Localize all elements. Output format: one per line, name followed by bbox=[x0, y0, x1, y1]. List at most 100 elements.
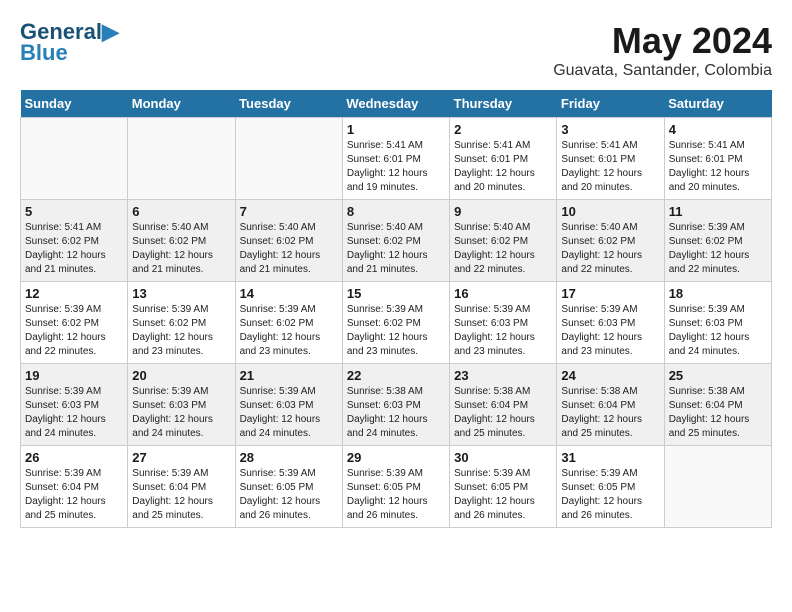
day-info: Sunrise: 5:41 AM Sunset: 6:01 PM Dayligh… bbox=[669, 139, 767, 195]
day-number: 21 bbox=[240, 368, 338, 383]
days-of-week-row: SundayMondayTuesdayWednesdayThursdayFrid… bbox=[21, 90, 772, 118]
week-row-3: 12 Sunrise: 5:39 AM Sunset: 6:02 PM Dayli… bbox=[21, 282, 772, 364]
calendar-cell: 20 Sunrise: 5:39 AM Sunset: 6:03 PM Dayli… bbox=[128, 364, 235, 446]
calendar-cell: 12 Sunrise: 5:39 AM Sunset: 6:02 PM Dayli… bbox=[21, 282, 128, 364]
calendar-cell: 9 Sunrise: 5:40 AM Sunset: 6:02 PM Daylig… bbox=[450, 200, 557, 282]
day-number: 14 bbox=[240, 286, 338, 301]
day-info: Sunrise: 5:40 AM Sunset: 6:02 PM Dayligh… bbox=[347, 221, 445, 277]
day-info: Sunrise: 5:41 AM Sunset: 6:01 PM Dayligh… bbox=[454, 139, 552, 195]
calendar-cell: 18 Sunrise: 5:39 AM Sunset: 6:03 PM Dayli… bbox=[664, 282, 771, 364]
week-row-5: 26 Sunrise: 5:39 AM Sunset: 6:04 PM Dayli… bbox=[21, 446, 772, 528]
day-number: 18 bbox=[669, 286, 767, 301]
day-number: 20 bbox=[132, 368, 230, 383]
day-of-week-wednesday: Wednesday bbox=[342, 90, 449, 118]
day-info: Sunrise: 5:39 AM Sunset: 6:03 PM Dayligh… bbox=[669, 303, 767, 359]
day-info: Sunrise: 5:39 AM Sunset: 6:02 PM Dayligh… bbox=[132, 303, 230, 359]
day-number: 26 bbox=[25, 450, 123, 465]
calendar-cell bbox=[664, 446, 771, 528]
day-number: 5 bbox=[25, 204, 123, 219]
day-number: 19 bbox=[25, 368, 123, 383]
calendar-cell bbox=[235, 118, 342, 200]
calendar-cell: 7 Sunrise: 5:40 AM Sunset: 6:02 PM Daylig… bbox=[235, 200, 342, 282]
day-info: Sunrise: 5:39 AM Sunset: 6:05 PM Dayligh… bbox=[454, 467, 552, 523]
day-number: 13 bbox=[132, 286, 230, 301]
day-number: 25 bbox=[669, 368, 767, 383]
day-number: 4 bbox=[669, 122, 767, 137]
month-title: May 2024 bbox=[553, 20, 772, 62]
day-number: 3 bbox=[561, 122, 659, 137]
calendar-cell: 3Sunrise: 5:41 AM Sunset: 6:01 PM Daylig… bbox=[557, 118, 664, 200]
day-of-week-thursday: Thursday bbox=[450, 90, 557, 118]
day-number: 8 bbox=[347, 204, 445, 219]
title-block: May 2024 Guavata, Santander, Colombia bbox=[553, 20, 772, 80]
day-info: Sunrise: 5:39 AM Sunset: 6:05 PM Dayligh… bbox=[561, 467, 659, 523]
day-number: 17 bbox=[561, 286, 659, 301]
calendar-cell: 6 Sunrise: 5:40 AM Sunset: 6:02 PM Daylig… bbox=[128, 200, 235, 282]
logo: General▶ Blue bbox=[20, 20, 119, 66]
day-number: 2 bbox=[454, 122, 552, 137]
calendar-cell: 5 Sunrise: 5:41 AM Sunset: 6:02 PM Daylig… bbox=[21, 200, 128, 282]
calendar-cell: 21 Sunrise: 5:39 AM Sunset: 6:03 PM Dayli… bbox=[235, 364, 342, 446]
calendar-cell: 23 Sunrise: 5:38 AM Sunset: 6:04 PM Dayli… bbox=[450, 364, 557, 446]
day-info: Sunrise: 5:38 AM Sunset: 6:04 PM Dayligh… bbox=[669, 385, 767, 441]
day-info: Sunrise: 5:40 AM Sunset: 6:02 PM Dayligh… bbox=[132, 221, 230, 277]
calendar-cell: 22Sunrise: 5:38 AM Sunset: 6:03 PM Dayli… bbox=[342, 364, 449, 446]
day-info: Sunrise: 5:39 AM Sunset: 6:02 PM Dayligh… bbox=[25, 303, 123, 359]
day-info: Sunrise: 5:39 AM Sunset: 6:02 PM Dayligh… bbox=[240, 303, 338, 359]
week-row-2: 5 Sunrise: 5:41 AM Sunset: 6:02 PM Daylig… bbox=[21, 200, 772, 282]
day-number: 15 bbox=[347, 286, 445, 301]
location-title: Guavata, Santander, Colombia bbox=[553, 62, 772, 80]
day-number: 7 bbox=[240, 204, 338, 219]
day-info: Sunrise: 5:40 AM Sunset: 6:02 PM Dayligh… bbox=[454, 221, 552, 277]
calendar-cell: 2 Sunrise: 5:41 AM Sunset: 6:01 PM Daylig… bbox=[450, 118, 557, 200]
day-of-week-friday: Friday bbox=[557, 90, 664, 118]
calendar-cell: 28 Sunrise: 5:39 AM Sunset: 6:05 PM Dayli… bbox=[235, 446, 342, 528]
day-info: Sunrise: 5:39 AM Sunset: 6:03 PM Dayligh… bbox=[25, 385, 123, 441]
day-number: 30 bbox=[454, 450, 552, 465]
day-number: 22 bbox=[347, 368, 445, 383]
day-number: 6 bbox=[132, 204, 230, 219]
calendar-cell: 24 Sunrise: 5:38 AM Sunset: 6:04 PM Dayli… bbox=[557, 364, 664, 446]
calendar-cell: 25 Sunrise: 5:38 AM Sunset: 6:04 PM Dayli… bbox=[664, 364, 771, 446]
day-info: Sunrise: 5:38 AM Sunset: 6:04 PM Dayligh… bbox=[454, 385, 552, 441]
calendar-table: SundayMondayTuesdayWednesdayThursdayFrid… bbox=[20, 90, 772, 528]
calendar-cell: 11Sunrise: 5:39 AM Sunset: 6:02 PM Dayli… bbox=[664, 200, 771, 282]
calendar-cell: 26 Sunrise: 5:39 AM Sunset: 6:04 PM Dayli… bbox=[21, 446, 128, 528]
calendar-cell: 30 Sunrise: 5:39 AM Sunset: 6:05 PM Dayli… bbox=[450, 446, 557, 528]
day-number: 12 bbox=[25, 286, 123, 301]
week-row-4: 19 Sunrise: 5:39 AM Sunset: 6:03 PM Dayli… bbox=[21, 364, 772, 446]
day-info: Sunrise: 5:38 AM Sunset: 6:04 PM Dayligh… bbox=[561, 385, 659, 441]
page-header: General▶ Blue May 2024 Guavata, Santande… bbox=[20, 20, 772, 80]
day-info: Sunrise: 5:41 AM Sunset: 6:02 PM Dayligh… bbox=[25, 221, 123, 277]
calendar-cell: 8 Sunrise: 5:40 AM Sunset: 6:02 PM Daylig… bbox=[342, 200, 449, 282]
day-number: 9 bbox=[454, 204, 552, 219]
calendar-body: 1Sunrise: 5:41 AM Sunset: 6:01 PM Daylig… bbox=[21, 118, 772, 528]
day-info: Sunrise: 5:39 AM Sunset: 6:02 PM Dayligh… bbox=[669, 221, 767, 277]
day-number: 16 bbox=[454, 286, 552, 301]
calendar-cell: 4 Sunrise: 5:41 AM Sunset: 6:01 PM Daylig… bbox=[664, 118, 771, 200]
calendar-cell: 31Sunrise: 5:39 AM Sunset: 6:05 PM Dayli… bbox=[557, 446, 664, 528]
day-info: Sunrise: 5:39 AM Sunset: 6:04 PM Dayligh… bbox=[132, 467, 230, 523]
day-of-week-monday: Monday bbox=[128, 90, 235, 118]
day-number: 24 bbox=[561, 368, 659, 383]
calendar-cell bbox=[21, 118, 128, 200]
calendar-cell: 14 Sunrise: 5:39 AM Sunset: 6:02 PM Dayli… bbox=[235, 282, 342, 364]
day-number: 23 bbox=[454, 368, 552, 383]
calendar-cell: 15 Sunrise: 5:39 AM Sunset: 6:02 PM Dayli… bbox=[342, 282, 449, 364]
day-info: Sunrise: 5:39 AM Sunset: 6:05 PM Dayligh… bbox=[240, 467, 338, 523]
day-info: Sunrise: 5:39 AM Sunset: 6:04 PM Dayligh… bbox=[25, 467, 123, 523]
day-info: Sunrise: 5:41 AM Sunset: 6:01 PM Dayligh… bbox=[347, 139, 445, 195]
day-info: Sunrise: 5:39 AM Sunset: 6:03 PM Dayligh… bbox=[132, 385, 230, 441]
day-info: Sunrise: 5:39 AM Sunset: 6:02 PM Dayligh… bbox=[347, 303, 445, 359]
day-number: 10 bbox=[561, 204, 659, 219]
day-info: Sunrise: 5:39 AM Sunset: 6:05 PM Dayligh… bbox=[347, 467, 445, 523]
day-info: Sunrise: 5:39 AM Sunset: 6:03 PM Dayligh… bbox=[454, 303, 552, 359]
calendar-cell: 19 Sunrise: 5:39 AM Sunset: 6:03 PM Dayli… bbox=[21, 364, 128, 446]
day-number: 28 bbox=[240, 450, 338, 465]
week-row-1: 1Sunrise: 5:41 AM Sunset: 6:01 PM Daylig… bbox=[21, 118, 772, 200]
day-of-week-saturday: Saturday bbox=[664, 90, 771, 118]
day-info: Sunrise: 5:39 AM Sunset: 6:03 PM Dayligh… bbox=[240, 385, 338, 441]
day-number: 27 bbox=[132, 450, 230, 465]
day-number: 29 bbox=[347, 450, 445, 465]
day-info: Sunrise: 5:40 AM Sunset: 6:02 PM Dayligh… bbox=[240, 221, 338, 277]
